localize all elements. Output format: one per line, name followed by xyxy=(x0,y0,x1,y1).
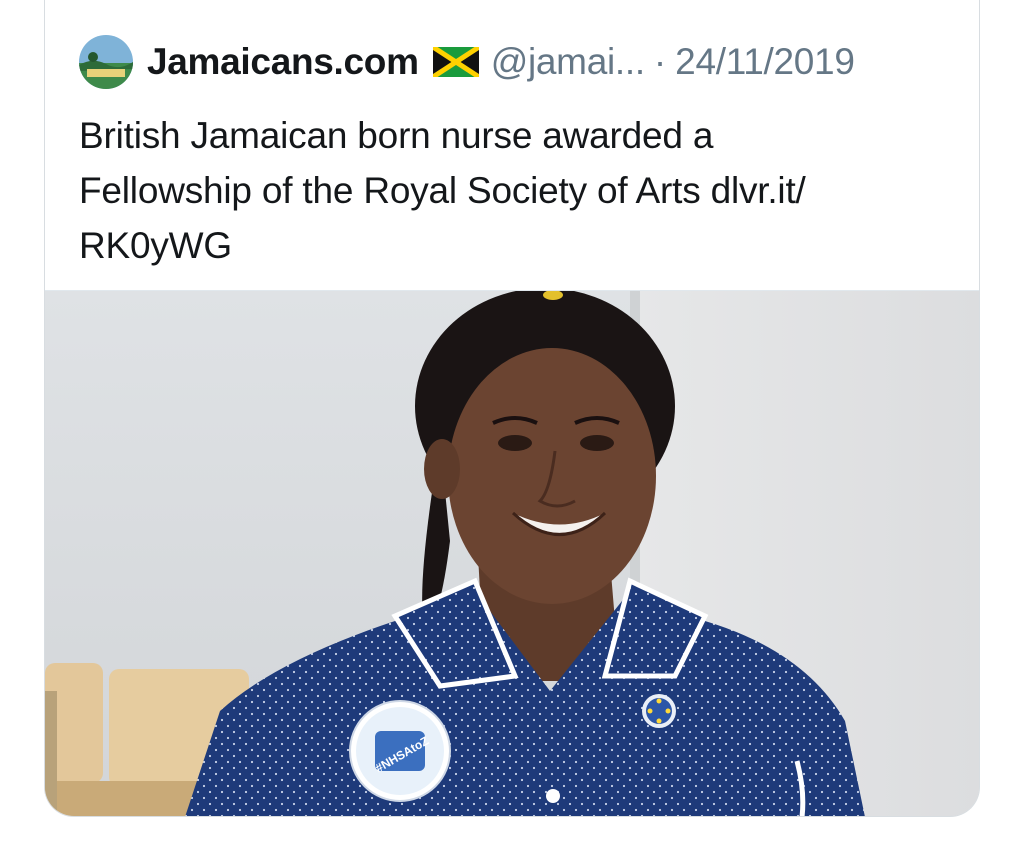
tweet-text-line[interactable]: RK0yWG xyxy=(79,218,959,273)
tweet-text: British Jamaican born nurse awarded a Fe… xyxy=(79,108,959,273)
tweet-text-line: British Jamaican born nurse awarded a xyxy=(79,115,714,156)
display-name[interactable]: Jamaicans.com xyxy=(147,41,419,83)
nhs-badge: #NHSAtoZ xyxy=(349,700,451,802)
tweet-text-line[interactable]: Fellowship of the Royal Society of Arts … xyxy=(79,163,959,218)
star-pin xyxy=(642,694,676,728)
meta-separator: · xyxy=(653,41,667,82)
handle[interactable]: @jamai... xyxy=(491,41,645,83)
jamaica-flag-icon xyxy=(431,44,481,80)
nurse-photo-illustration: #NHSAtoZ xyxy=(45,288,979,816)
tweet-card[interactable]: Jamaicans.com @jamai... · 24/11/2019 Bri… xyxy=(44,0,980,817)
tweet-header: Jamaicans.com @jamai... · 24/11/2019 xyxy=(79,34,855,90)
tweet-photo[interactable]: #NHSAtoZ xyxy=(45,288,979,816)
tweet-date[interactable]: 24/11/2019 xyxy=(675,41,855,83)
avatar[interactable] xyxy=(79,35,133,89)
